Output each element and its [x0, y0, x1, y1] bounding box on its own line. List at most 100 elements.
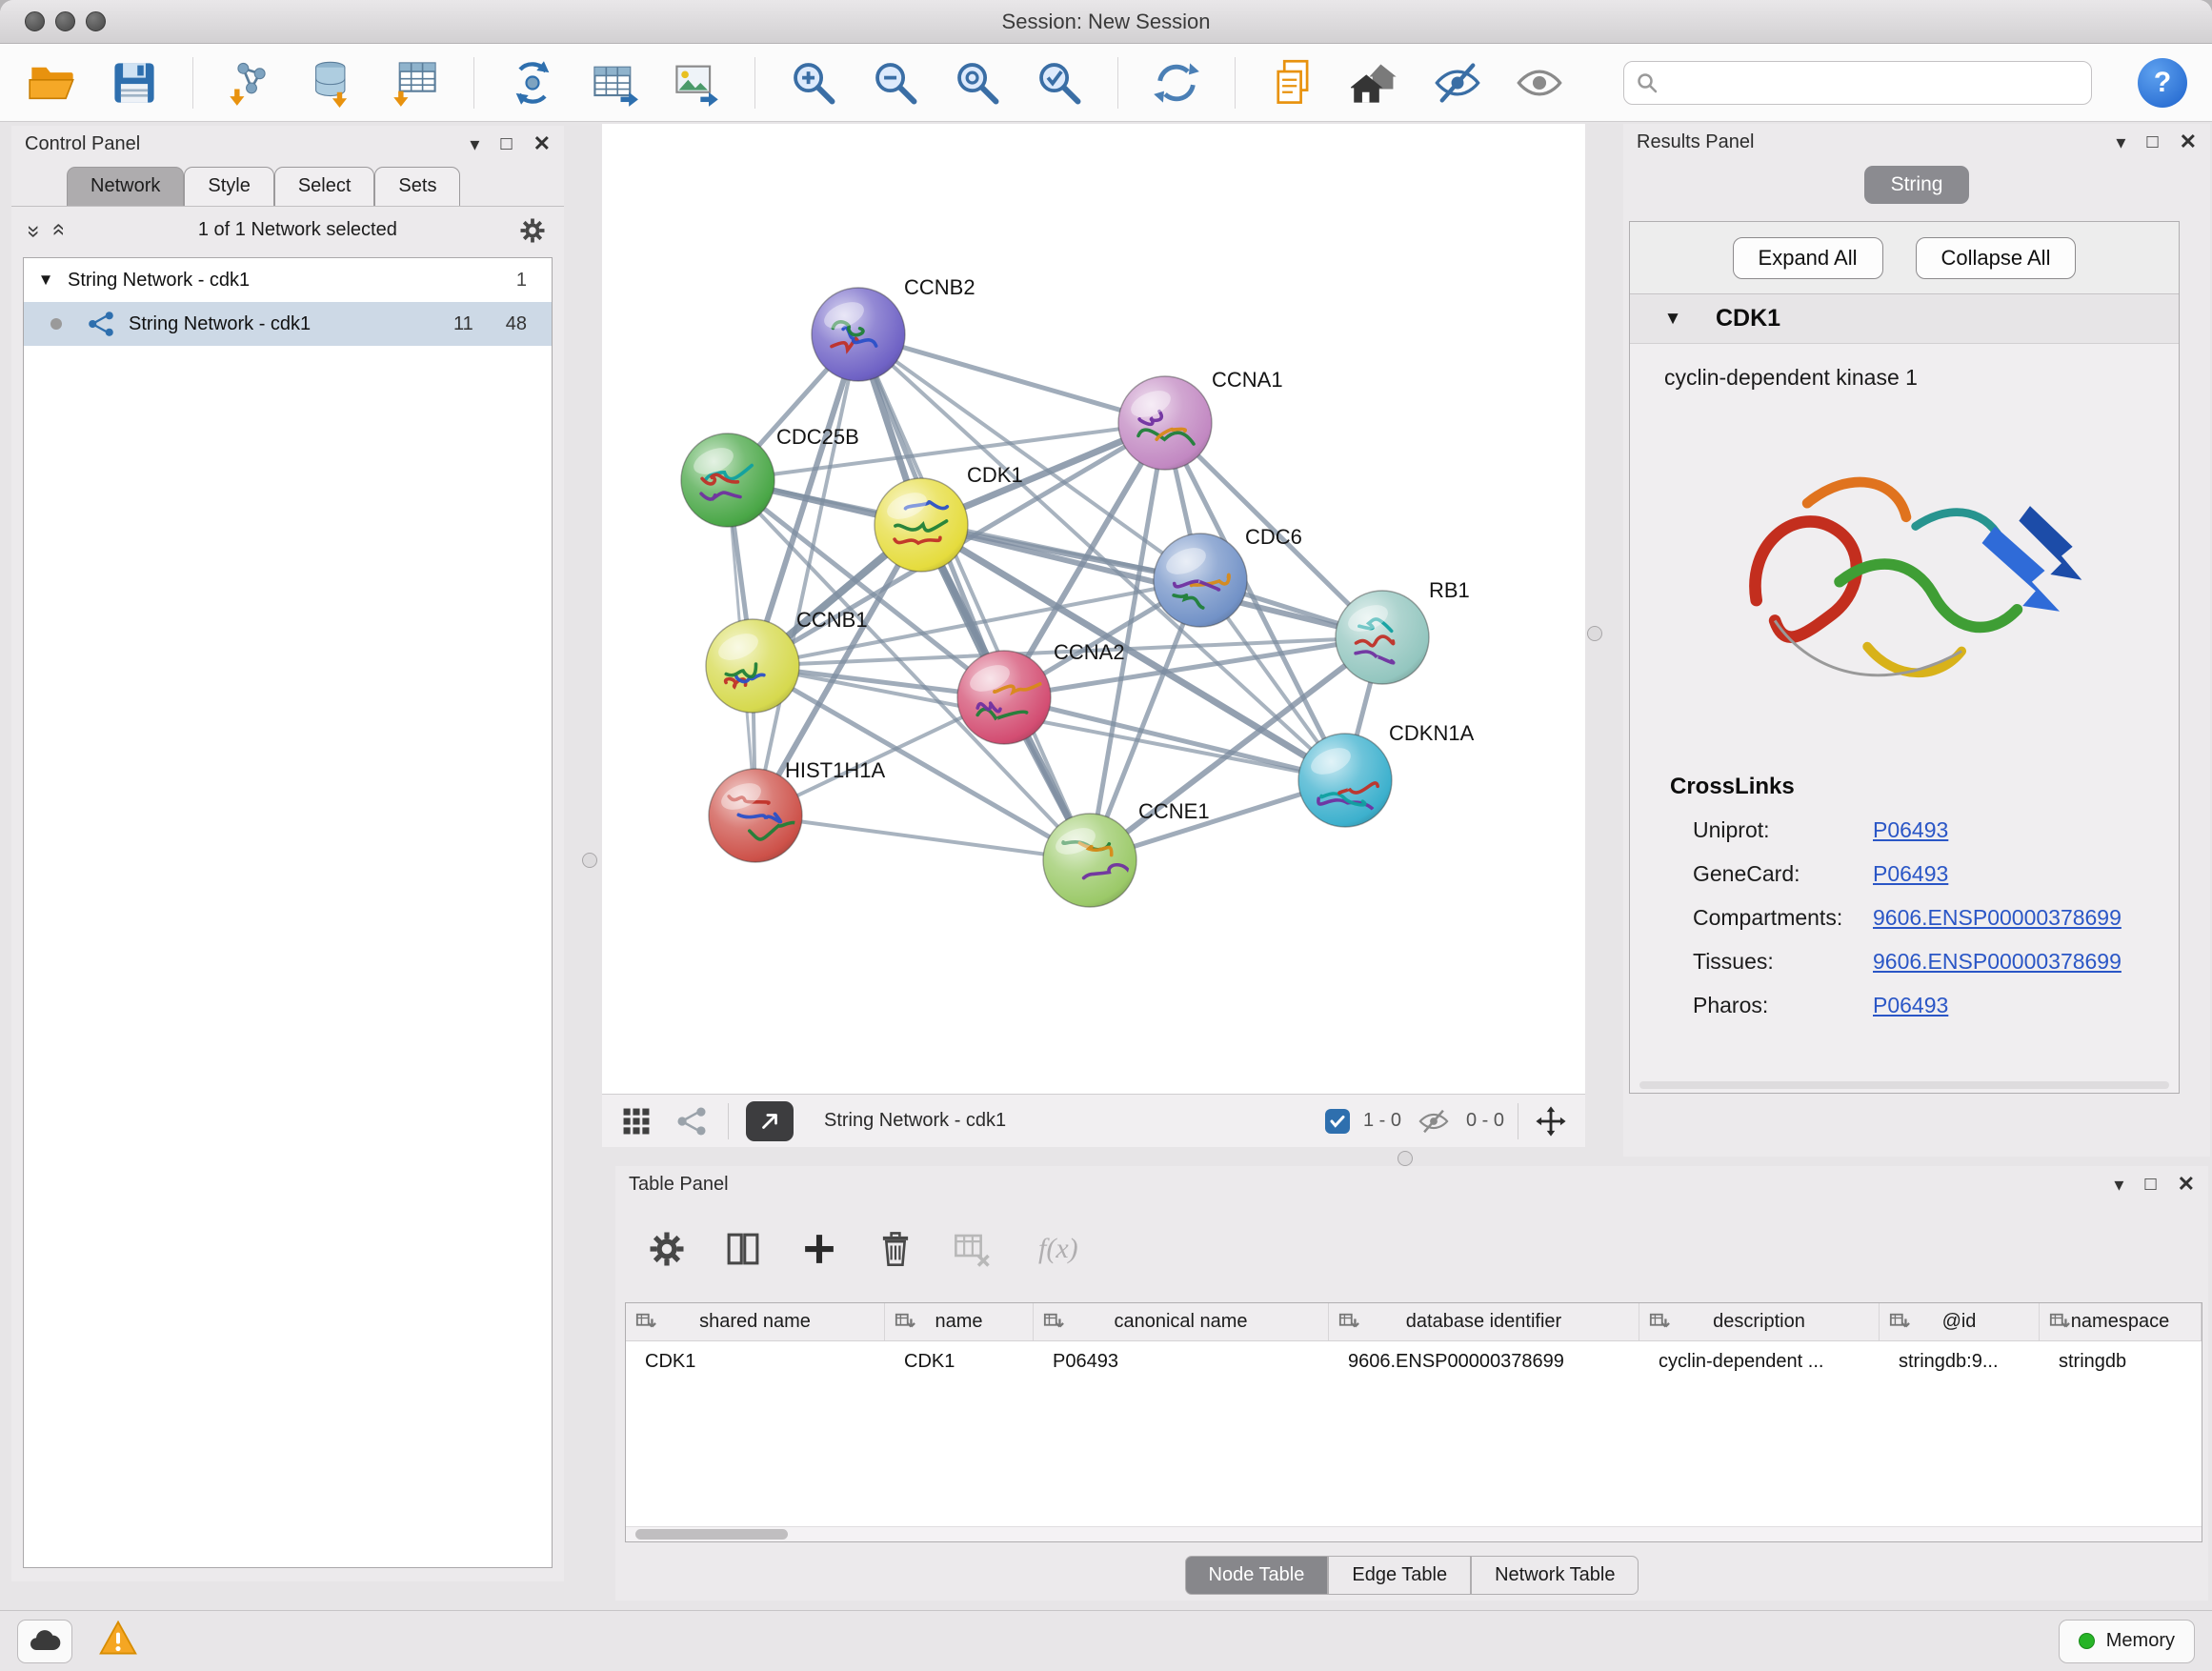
import-table-file-icon[interactable]	[388, 55, 443, 111]
cell-canonical-name[interactable]: P06493	[1034, 1341, 1329, 1381]
cell-database-identifier[interactable]: 9606.ENSP00000378699	[1329, 1341, 1639, 1381]
column-header[interactable]: canonical name	[1034, 1303, 1329, 1340]
network-graph[interactable]: CCNB2CCNA1CDC25BCDK1CDC6RB1CCNB1CCNA2CDK…	[602, 124, 1585, 1094]
network-collection-row[interactable]: ▼ String Network - cdk1 1	[24, 258, 552, 302]
birds-eye-grid-icon[interactable]	[617, 1102, 655, 1140]
panel-float-icon[interactable]: ▾	[470, 132, 479, 156]
node-label: CCNA1	[1212, 368, 1283, 392]
panel-close-icon[interactable]: ✕	[533, 131, 551, 156]
column-header[interactable]: name	[885, 1303, 1034, 1340]
collection-expand-icon[interactable]: ▼	[24, 271, 68, 290]
tab-edge-table[interactable]: Edge Table	[1328, 1556, 1471, 1595]
results-tab-string[interactable]: String	[1864, 166, 1970, 204]
network-node-CCNA1[interactable]: CCNA1	[1118, 368, 1283, 470]
expand-all-networks-icon[interactable]: »	[45, 225, 71, 235]
zoom-fit-icon[interactable]	[950, 55, 1005, 111]
crosslink-row: Uniprot: P06493	[1630, 808, 2179, 852]
import-network-file-icon[interactable]	[224, 55, 279, 111]
delete-column-trash-icon[interactable]	[873, 1226, 918, 1272]
panel-float-icon[interactable]: ▾	[2116, 131, 2125, 154]
function-builder-icon[interactable]: f(x)	[1038, 1233, 1078, 1265]
pan-move-icon[interactable]	[1532, 1102, 1570, 1140]
network-edge-CCNB2-CCNE1[interactable]	[858, 334, 1090, 860]
cell-shared-name[interactable]: CDK1	[626, 1341, 885, 1381]
network-edge-CCNB2-HIST1H1A[interactable]	[755, 334, 858, 815]
tab-node-table[interactable]: Node Table	[1185, 1556, 1329, 1595]
column-header[interactable]: shared name	[626, 1303, 885, 1340]
panel-maximize-icon[interactable]: □	[500, 133, 512, 155]
collapse-all-networks-icon[interactable]: »	[21, 225, 48, 235]
network-row-selected[interactable]: String Network - cdk1 11 48	[24, 302, 552, 346]
network-share-icon[interactable]	[673, 1102, 711, 1140]
show-columns-icon[interactable]	[720, 1226, 766, 1272]
network-options-gear-icon[interactable]	[518, 216, 547, 245]
create-column-plus-icon[interactable]	[796, 1226, 842, 1272]
column-header[interactable]: namespace	[2040, 1303, 2202, 1340]
hidden-elements-eye-icon[interactable]	[1415, 1102, 1453, 1140]
delete-table-icon[interactable]	[949, 1226, 995, 1272]
tab-network-table[interactable]: Network Table	[1471, 1556, 1639, 1595]
column-header[interactable]: @id	[1880, 1303, 2040, 1340]
crosslink-link[interactable]: P06493	[1873, 817, 1948, 843]
cloud-service-button[interactable]	[17, 1620, 72, 1663]
panel-close-icon[interactable]: ✕	[2180, 130, 2197, 154]
results-scrollbar[interactable]	[1639, 1081, 2169, 1089]
network-edge-HIST1H1A-CCNE1[interactable]	[755, 815, 1090, 860]
column-header[interactable]: database identifier	[1329, 1303, 1639, 1340]
tab-style[interactable]: Style	[184, 167, 273, 206]
network-node-RB1[interactable]: RB1	[1336, 578, 1470, 684]
splitter-handle[interactable]	[1587, 626, 1602, 641]
tab-sets[interactable]: Sets	[374, 167, 460, 206]
home-layout-icon[interactable]	[1348, 55, 1403, 111]
section-collapse-icon[interactable]: ▼	[1630, 309, 1716, 330]
cell-description[interactable]: cyclin-dependent ...	[1639, 1341, 1880, 1381]
crosslink-link[interactable]: 9606.ENSP00000378699	[1873, 905, 2122, 931]
save-session-icon[interactable]	[107, 55, 162, 111]
export-table-icon[interactable]	[587, 55, 642, 111]
expand-all-button[interactable]: Expand All	[1733, 237, 1883, 279]
table-row[interactable]: CDK1 CDK1 P06493 9606.ENSP00000378699 cy…	[626, 1341, 2202, 1381]
detach-view-button[interactable]	[746, 1101, 794, 1141]
splitter-handle[interactable]	[1398, 1151, 1413, 1166]
export-network-icon[interactable]	[505, 55, 560, 111]
copy-icon[interactable]	[1266, 55, 1321, 111]
zoom-out-icon[interactable]	[868, 55, 923, 111]
zoom-in-icon[interactable]	[786, 55, 841, 111]
export-image-icon[interactable]	[669, 55, 724, 111]
memory-button[interactable]: Memory	[2059, 1620, 2195, 1663]
panel-float-icon[interactable]: ▾	[2114, 1173, 2123, 1197]
crosslink-link[interactable]: P06493	[1873, 993, 1948, 1018]
panel-maximize-icon[interactable]: □	[2146, 131, 2158, 153]
help-button[interactable]: ?	[2138, 58, 2187, 108]
search-input[interactable]	[1666, 71, 2080, 93]
network-node-HIST1H1A[interactable]: HIST1H1A	[709, 758, 885, 862]
refresh-network-icon[interactable]	[1149, 55, 1204, 111]
column-header[interactable]: description	[1639, 1303, 1880, 1340]
crosslink-label: Uniprot:	[1630, 817, 1873, 843]
cell-id[interactable]: stringdb:9...	[1880, 1341, 2040, 1381]
panel-maximize-icon[interactable]: □	[2144, 1174, 2156, 1196]
scrollbar-thumb[interactable]	[635, 1529, 788, 1540]
splitter-handle[interactable]	[582, 853, 597, 868]
import-network-database-icon[interactable]	[306, 55, 361, 111]
show-hide-icon[interactable]	[1430, 55, 1485, 111]
crosslink-link[interactable]: P06493	[1873, 861, 1948, 887]
collapse-all-button[interactable]: Collapse All	[1916, 237, 2077, 279]
table-settings-gear-icon[interactable]	[644, 1226, 690, 1272]
zoom-selected-icon[interactable]	[1032, 55, 1087, 111]
tab-select[interactable]: Select	[274, 167, 375, 206]
cell-name[interactable]: CDK1	[885, 1341, 1034, 1381]
network-canvas[interactable]: CCNB2CCNA1CDC25BCDK1CDC6RB1CCNB1CCNA2CDK…	[602, 124, 1585, 1094]
network-node-CCNB2[interactable]: CCNB2	[812, 275, 975, 381]
warnings-button[interactable]	[97, 1618, 139, 1664]
cell-namespace[interactable]: stringdb	[2040, 1341, 2202, 1381]
panel-close-icon[interactable]: ✕	[2178, 1172, 2195, 1197]
network-node-CCNA2[interactable]: CCNA2	[957, 640, 1125, 744]
gene-section-header[interactable]: ▼ CDK1	[1630, 294, 2179, 344]
preview-eye-icon[interactable]	[1512, 55, 1567, 111]
node-label: HIST1H1A	[785, 758, 885, 782]
open-session-icon[interactable]	[25, 55, 80, 111]
selected-elements-icon[interactable]	[1325, 1109, 1350, 1134]
tab-network[interactable]: Network	[67, 167, 184, 206]
crosslink-link[interactable]: 9606.ENSP00000378699	[1873, 949, 2122, 975]
